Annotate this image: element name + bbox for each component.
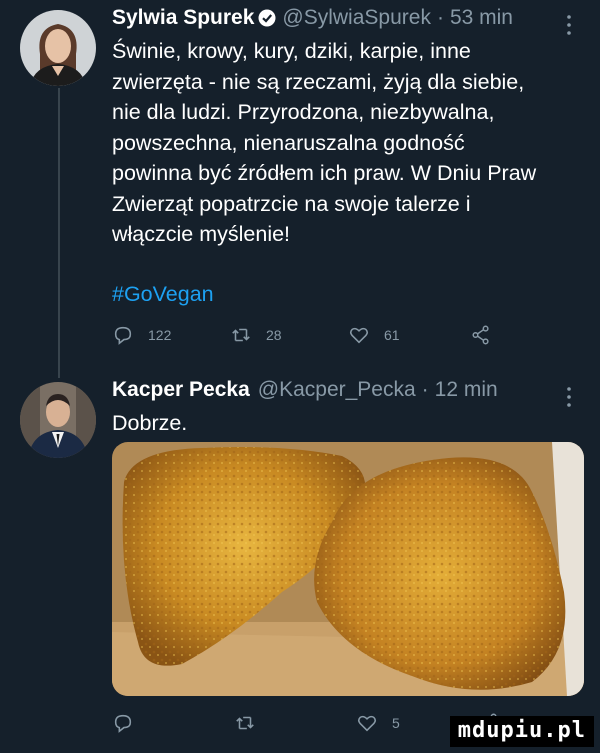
verified-badge-icon (258, 9, 276, 27)
retweet-icon (232, 328, 250, 342)
reply-button[interactable] (112, 712, 234, 734)
reply-icon (114, 326, 132, 345)
author-handle[interactable]: @SylwiaSpurek (282, 6, 431, 30)
like-count: 5 (392, 715, 400, 731)
avatar-image (20, 382, 96, 458)
like-icon (349, 327, 369, 344)
retweet-count: 28 (266, 327, 282, 343)
reply-icon (114, 714, 132, 733)
timestamp[interactable]: 53 min (450, 6, 513, 30)
tweet2-text: Dobrze. (112, 411, 188, 435)
share-button[interactable] (470, 324, 506, 346)
like-button[interactable]: 61 (348, 324, 470, 346)
more-options-icon[interactable] (566, 386, 572, 408)
tweet-media-photo[interactable] (112, 442, 584, 696)
retweet-button[interactable]: 28 (230, 324, 348, 346)
hashtag-link[interactable]: #GoVegan (112, 282, 214, 307)
avatar-image (20, 10, 96, 86)
tweet2-header: Kacper Pecka @Kacper_Pecka · 12 min (112, 378, 498, 402)
tweet-text-line: Zwierząt popatrzcie na swoje talerze i (112, 191, 471, 216)
like-icon (357, 715, 377, 732)
retweet-icon (236, 716, 254, 730)
avatar-sylwia[interactable] (20, 10, 96, 86)
tweet-text-line: nie dla ludzi. Przyrodzona, niezbywalna, (112, 100, 495, 124)
tweet-text-line: zwierzęta - nie są rzeczami, żyją dla si… (112, 69, 525, 94)
tweet-text-line: powinna być źródłem ich praw. W Dniu Pra… (112, 161, 537, 185)
author-handle[interactable]: @Kacper_Pecka (258, 378, 416, 402)
separator-dot: · (421, 378, 429, 401)
tweet-text-line: włączcie myślenie! (112, 222, 291, 246)
author-name[interactable]: Kacper Pecka (112, 378, 250, 402)
tweet-text-line: powszechna, nienaruszalna godność (112, 130, 465, 155)
tweet1-actions: 122 28 61 (112, 320, 532, 350)
retweet-button[interactable] (234, 712, 356, 734)
tweet1-header: Sylwia Spurek @SylwiaSpurek · 53 min (112, 6, 513, 30)
tweet1-text: Świnie, krowy, kury, dziki, karpie, inne… (112, 36, 582, 250)
share-icon (472, 325, 489, 345)
more-options-icon[interactable] (566, 14, 572, 36)
food-photo-icon (112, 442, 584, 696)
avatar-kacper[interactable] (20, 382, 96, 458)
reply-button[interactable]: 122 (112, 324, 230, 346)
reply-count: 122 (148, 327, 172, 343)
thread-line (58, 88, 60, 378)
tweet-text-line: Świnie, krowy, kury, dziki, karpie, inne (112, 39, 471, 63)
like-count: 61 (384, 327, 400, 343)
site-watermark: mdupiu.pl (449, 716, 594, 747)
timestamp[interactable]: 12 min (435, 378, 498, 402)
author-name[interactable]: Sylwia Spurek (112, 6, 254, 30)
separator-dot: · (436, 6, 444, 29)
